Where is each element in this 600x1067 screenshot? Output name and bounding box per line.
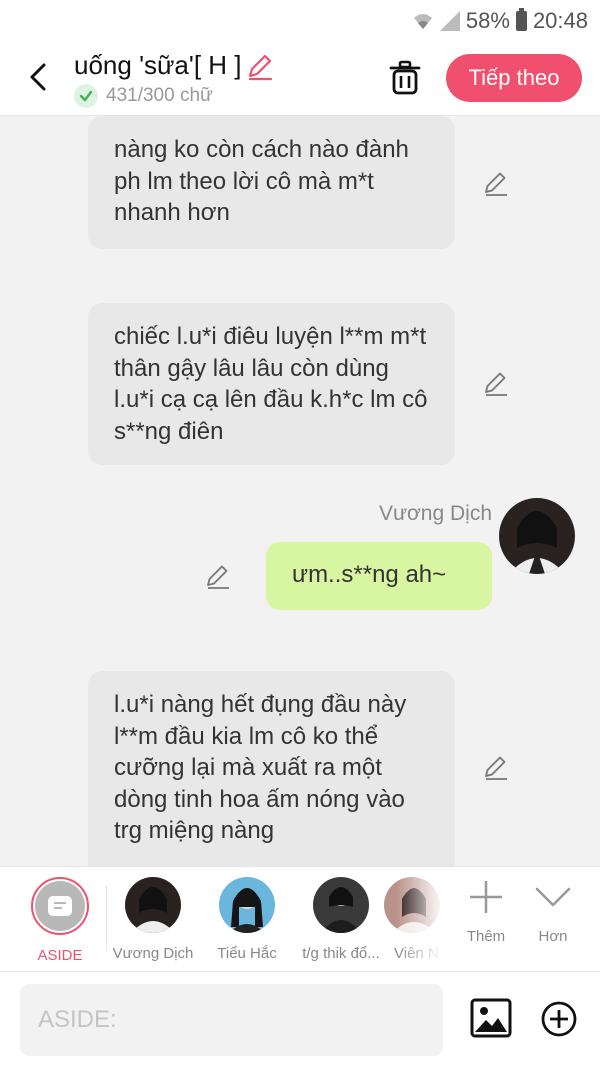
character-label: t/g thik đổ...: [302, 945, 380, 962]
word-count: 431/300 chữ: [74, 84, 213, 108]
edit-pencil-icon[interactable]: [204, 563, 232, 591]
wifi-icon: [412, 11, 434, 31]
scroll-fade: [396, 867, 444, 971]
message-bubble[interactable]: nàng ko còn cách nào đành ph lm theo lời…: [88, 116, 455, 249]
avatar: [219, 877, 275, 933]
character-label: ASIDE: [37, 947, 83, 964]
message-text: l.u*i nàng hết đụng đầu này l**m đầu kia…: [114, 691, 407, 844]
input-bar: [0, 972, 600, 1067]
status-bar: 58% 20:48: [0, 0, 600, 42]
edit-title-pencil-icon[interactable]: [244, 52, 274, 82]
avatar: [313, 877, 369, 933]
add-circle-icon[interactable]: [540, 1000, 578, 1038]
signal-icon: [439, 11, 460, 31]
aside-avatar: [31, 877, 89, 935]
divider: [106, 885, 107, 951]
add-label: Thêm: [466, 928, 506, 945]
character-label: Vương Dịch: [112, 945, 194, 962]
header: uống 'sữa'[ H ] 431/300 chữ Tiếp theo: [0, 42, 600, 116]
chat-area[interactable]: nàng ko còn cách nào đành ph lm theo lời…: [0, 116, 600, 866]
clock: 20:48: [532, 8, 588, 33]
character-author[interactable]: t/g thik đổ...: [300, 877, 382, 962]
character-bar: ASIDE Vương Dịch Tiểu Hắc t/g thik đổ...…: [0, 866, 600, 972]
plus-icon: [470, 881, 502, 913]
avatar: [125, 877, 181, 933]
message-text: chiếc l.u*i điêu luyện l**m m*t thân gậy…: [114, 323, 428, 445]
add-character-button[interactable]: Thêm: [455, 877, 517, 945]
character-vuong-dich[interactable]: Vương Dịch: [112, 877, 194, 962]
edit-pencil-icon[interactable]: [482, 170, 510, 198]
story-title: uống 'sữa'[ H ]: [74, 50, 242, 80]
speaker-name: Vương Dịch: [378, 502, 492, 525]
avatar[interactable]: [499, 498, 575, 574]
character-aside[interactable]: ASIDE: [19, 877, 101, 964]
more-button[interactable]: Hơn: [522, 877, 584, 945]
character-tieu-hac[interactable]: Tiểu Hắc: [206, 877, 288, 962]
battery-percent: 58%: [465, 8, 510, 33]
aside-chat-icon: [48, 896, 72, 916]
message-text: nàng ko còn cách nào đành ph lm theo lời…: [114, 136, 409, 226]
chevron-down-icon: [535, 887, 571, 907]
character-label: Tiểu Hắc: [217, 945, 277, 962]
message-bubble[interactable]: ưm..s**ng ah~: [266, 542, 492, 610]
trash-icon[interactable]: [388, 60, 422, 96]
edit-pencil-icon[interactable]: [482, 754, 510, 782]
aside-input[interactable]: [20, 984, 443, 1056]
message-bubble[interactable]: chiếc l.u*i điêu luyện l**m m*t thân gậy…: [88, 303, 455, 465]
message-bubble[interactable]: l.u*i nàng hết đụng đầu này l**m đầu kia…: [88, 671, 455, 866]
check-icon: [74, 84, 98, 108]
more-label: Hơn: [538, 928, 568, 945]
back-arrow-icon[interactable]: [24, 62, 54, 92]
next-button[interactable]: Tiếp theo: [446, 54, 582, 102]
word-count-text: 431/300 chữ: [106, 85, 213, 106]
image-icon[interactable]: [470, 998, 512, 1038]
edit-pencil-icon[interactable]: [482, 370, 510, 398]
battery-icon: [515, 8, 527, 31]
message-text: ưm..s**ng ah~: [292, 561, 447, 588]
